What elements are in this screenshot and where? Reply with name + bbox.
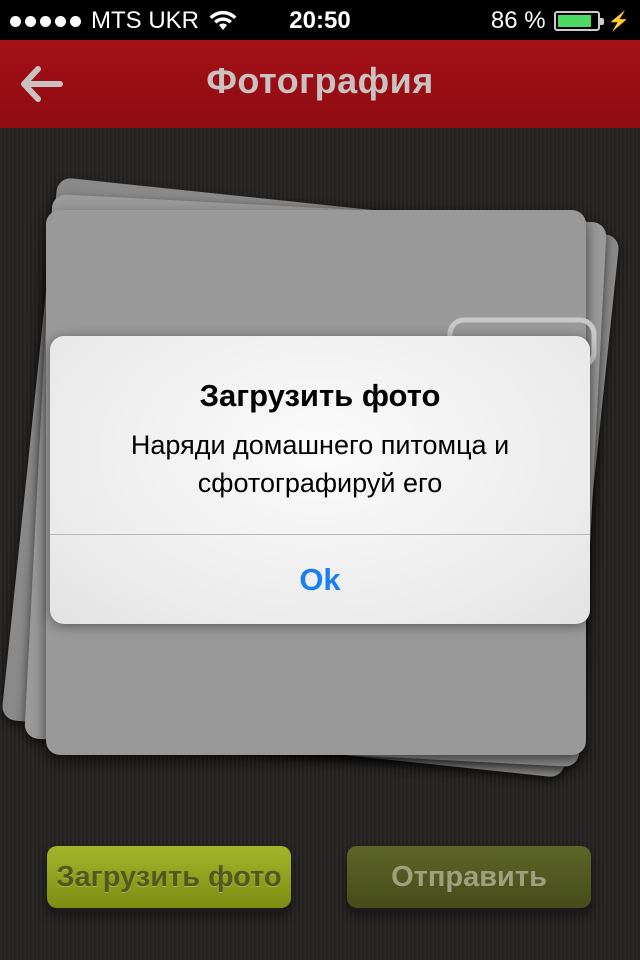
alert-dialog: Загрузить фото Наряди домашнего питомца … <box>50 336 590 624</box>
alert-message: Наряди домашнего питомца и сфотографируй… <box>70 426 570 502</box>
charging-bolt-icon: ⚡ <box>607 10 630 31</box>
battery-icon <box>553 11 604 31</box>
page-title: Фотография <box>206 60 434 101</box>
battery-percent: 86 % <box>490 7 546 34</box>
ok-button[interactable]: Ok <box>50 535 590 624</box>
send-button[interactable]: Отправить <box>347 846 591 908</box>
status-bar: MTS UKR 20:50 86 % ⚡ <box>0 0 640 40</box>
alert-message-line2: сфотографируй его <box>197 468 443 498</box>
alert-message-line1: Наряди домашнего питомца и <box>130 430 510 460</box>
upload-photo-button[interactable]: Загрузить фото <box>47 846 291 908</box>
status-right: 86 % ⚡ <box>491 7 630 35</box>
alert-title: Загрузить фото <box>199 378 441 413</box>
navigation-bar: Фотография <box>0 40 640 128</box>
